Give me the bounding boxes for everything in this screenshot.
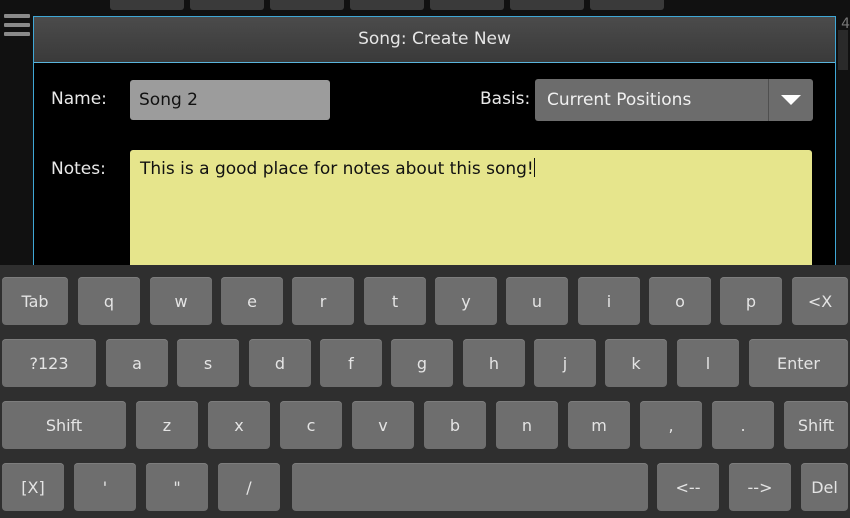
key-w[interactable]: w — [150, 277, 212, 325]
basis-label: Basis: — [480, 89, 531, 109]
key-v[interactable]: v — [352, 401, 414, 449]
text-caret — [533, 158, 535, 177]
key-comma[interactable]: , — [640, 401, 702, 449]
key-close-keyboard[interactable]: [X] — [2, 463, 64, 511]
name-label: Name: — [51, 89, 107, 109]
chevron-down-icon — [781, 95, 801, 105]
key-g[interactable]: g — [391, 339, 453, 387]
key-h[interactable]: h — [463, 339, 525, 387]
key-shift-left[interactable]: Shift — [2, 401, 126, 449]
key-o[interactable]: o — [649, 277, 711, 325]
key-q[interactable]: q — [78, 277, 140, 325]
key-tab[interactable]: Tab — [2, 277, 68, 325]
key-double-quote[interactable]: " — [146, 463, 208, 511]
notes-textarea[interactable]: This is a good place for notes about thi… — [130, 150, 812, 267]
key-m[interactable]: m — [568, 401, 630, 449]
key-p[interactable]: p — [720, 277, 782, 325]
key-t[interactable]: t — [364, 277, 426, 325]
key-j[interactable]: j — [534, 339, 596, 387]
key-a[interactable]: a — [106, 339, 168, 387]
key-cursor-left[interactable]: <-- — [657, 463, 719, 511]
key-n[interactable]: n — [496, 401, 558, 449]
on-screen-keyboard: Tab q w e r t y u i o p <X ?123 a s d f … — [0, 265, 850, 518]
key-c[interactable]: c — [280, 401, 342, 449]
key-period[interactable]: . — [712, 401, 774, 449]
notes-text: This is a good place for notes about thi… — [140, 159, 534, 179]
key-e[interactable]: e — [221, 277, 283, 325]
key-backspace[interactable]: <X — [792, 277, 848, 325]
key-r[interactable]: r — [292, 277, 354, 325]
key-b[interactable]: b — [424, 401, 486, 449]
key-d[interactable]: d — [249, 339, 311, 387]
key-i[interactable]: i — [578, 277, 640, 325]
dialog-title: Song: Create New — [34, 17, 835, 63]
basis-selected-value: Current Positions — [547, 90, 692, 110]
basis-dropdown[interactable]: Current Positions — [535, 79, 813, 121]
name-input[interactable]: Song 2 — [130, 80, 330, 120]
key-u[interactable]: u — [506, 277, 568, 325]
menu-icon[interactable] — [4, 14, 30, 38]
create-song-dialog: Song: Create New Name: Song 2 Basis: Cur… — [33, 16, 836, 267]
dropdown-arrow-button[interactable] — [768, 79, 813, 121]
key-s[interactable]: s — [177, 339, 239, 387]
key-l[interactable]: l — [677, 339, 739, 387]
key-y[interactable]: y — [435, 277, 497, 325]
background-tabs — [110, 0, 664, 10]
key-f[interactable]: f — [320, 339, 382, 387]
key-slash[interactable]: / — [218, 463, 280, 511]
key-k[interactable]: k — [605, 339, 667, 387]
key-cursor-right[interactable]: --> — [729, 463, 791, 511]
notes-label: Notes: — [51, 159, 106, 179]
background-scroll-indicator — [838, 30, 848, 70]
key-x[interactable]: x — [208, 401, 270, 449]
key-space[interactable] — [292, 463, 648, 511]
key-delete[interactable]: Del — [801, 463, 848, 511]
key-apostrophe[interactable]: ' — [74, 463, 136, 511]
key-shift-right[interactable]: Shift — [784, 401, 848, 449]
key-symbols[interactable]: ?123 — [2, 339, 96, 387]
key-z[interactable]: z — [136, 401, 198, 449]
key-enter[interactable]: Enter — [749, 339, 848, 387]
